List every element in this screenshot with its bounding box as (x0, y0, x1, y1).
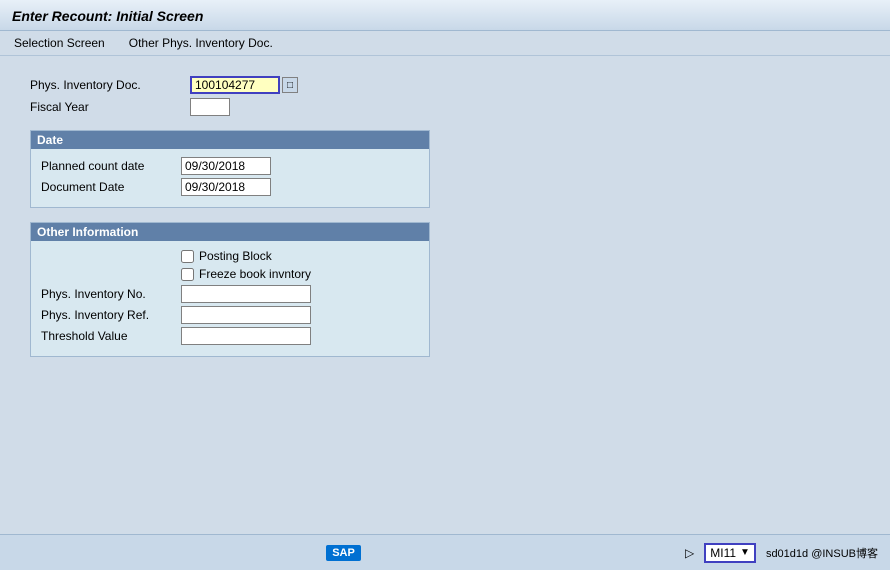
menu-selection-screen[interactable]: Selection Screen (10, 34, 109, 52)
threshold-value-input[interactable] (181, 327, 311, 345)
phys-inventory-no-input[interactable] (181, 285, 311, 303)
user-info: sd01d1d @INSUB博客 (766, 545, 878, 561)
threshold-value-label: Threshold Value (41, 329, 181, 343)
phys-inventory-doc-input[interactable] (190, 76, 280, 94)
document-date-label: Document Date (41, 180, 181, 194)
play-button[interactable]: ▷ (685, 546, 694, 560)
bottom-bar: SAP ▷ MI11 ▼ sd01d1d @INSUB博客 (0, 534, 890, 570)
document-date-row: Document Date (41, 178, 419, 196)
sap-logo: SAP (326, 545, 361, 561)
phys-inventory-ref-row: Phys. Inventory Ref. (41, 306, 419, 324)
posting-block-row: Posting Block (181, 249, 419, 263)
freeze-book-label: Freeze book invntory (199, 267, 311, 281)
freeze-book-checkbox[interactable] (181, 268, 194, 281)
date-section-content: Planned count date Document Date (31, 149, 429, 207)
phys-inventory-doc-lookup-button[interactable]: □ (282, 77, 298, 93)
fiscal-year-row: Fiscal Year (30, 98, 860, 116)
date-section-header: Date (31, 131, 429, 149)
other-information-section: Other Information Posting Block Freeze b… (30, 222, 430, 357)
planned-count-date-label: Planned count date (41, 159, 181, 173)
date-section: Date Planned count date Document Date (30, 130, 430, 208)
phys-inventory-ref-input[interactable] (181, 306, 311, 324)
fiscal-year-label: Fiscal Year (30, 100, 190, 114)
planned-count-date-row: Planned count date (41, 157, 419, 175)
menu-other-phys-inventory[interactable]: Other Phys. Inventory Doc. (125, 34, 277, 52)
dropdown-arrow-icon: ▼ (740, 547, 750, 558)
transaction-code-value: MI11 (710, 546, 736, 560)
freeze-book-row: Freeze book invntory (181, 267, 419, 281)
page-title: Enter Recount: Initial Screen (12, 8, 878, 24)
posting-block-checkbox[interactable] (181, 250, 194, 263)
threshold-value-row: Threshold Value (41, 327, 419, 345)
phys-inventory-no-label: Phys. Inventory No. (41, 287, 181, 301)
phys-inventory-doc-row: Phys. Inventory Doc. □ (30, 76, 860, 94)
other-information-content: Posting Block Freeze book invntory Phys.… (31, 241, 429, 356)
main-container: Enter Recount: Initial Screen Selection … (0, 0, 890, 570)
planned-count-date-input[interactable] (181, 157, 271, 175)
transaction-code-dropdown[interactable]: MI11 ▼ (704, 543, 756, 563)
content-area: Phys. Inventory Doc. □ Fiscal Year Date … (0, 56, 890, 534)
phys-inventory-ref-label: Phys. Inventory Ref. (41, 308, 181, 322)
document-date-input[interactable] (181, 178, 271, 196)
posting-block-label: Posting Block (199, 249, 272, 263)
phys-inventory-doc-label: Phys. Inventory Doc. (30, 78, 190, 92)
fiscal-year-input[interactable] (190, 98, 230, 116)
title-bar: Enter Recount: Initial Screen (0, 0, 890, 31)
menu-bar: Selection Screen Other Phys. Inventory D… (0, 31, 890, 56)
phys-inventory-no-row: Phys. Inventory No. (41, 285, 419, 303)
other-information-header: Other Information (31, 223, 429, 241)
